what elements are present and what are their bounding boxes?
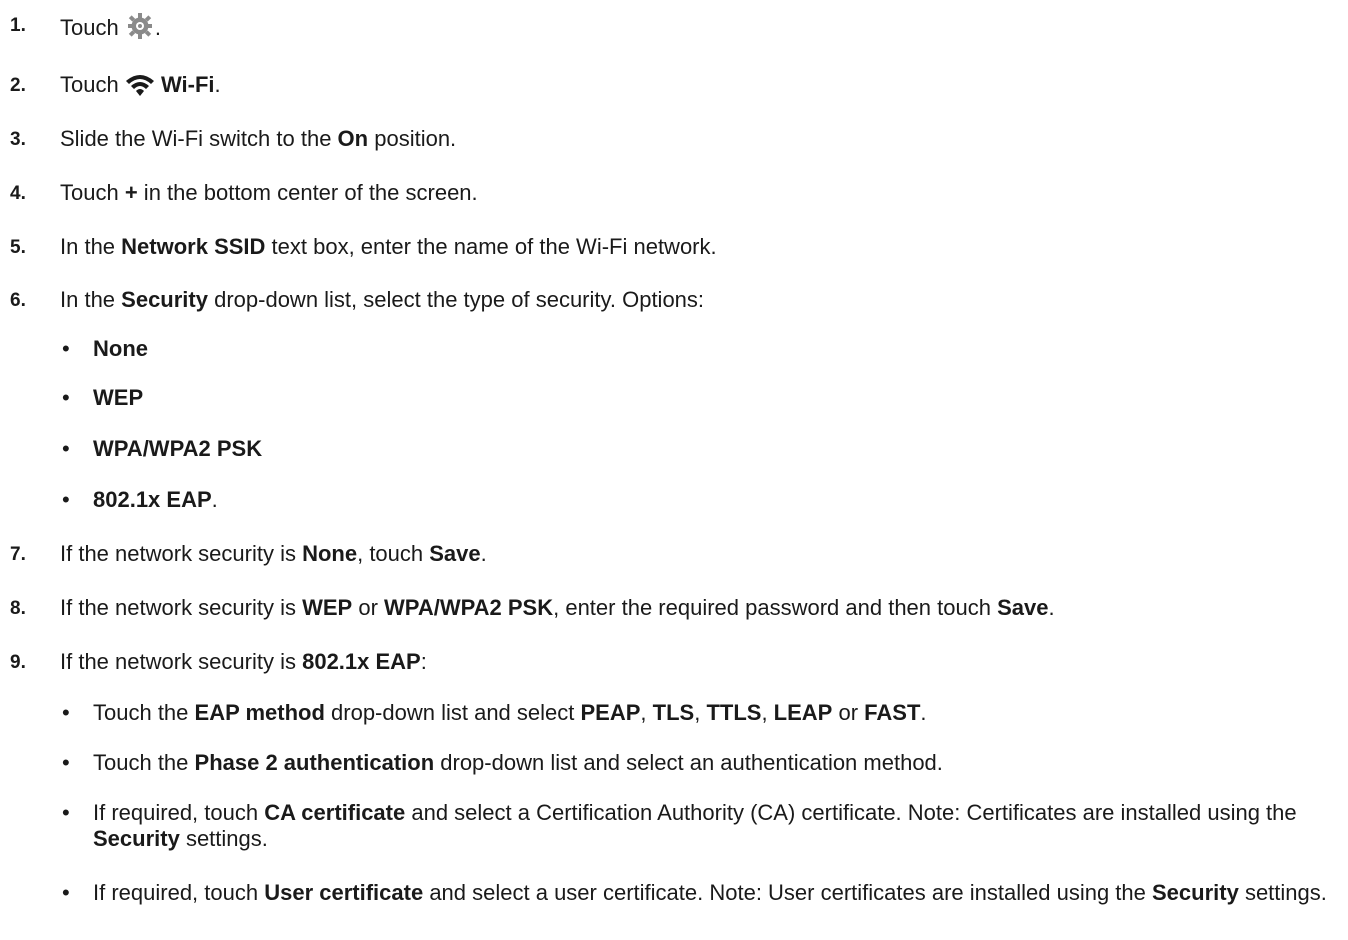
wifi-icon bbox=[125, 73, 155, 103]
step-number: 6. bbox=[10, 290, 26, 311]
bold-term: EAP method bbox=[194, 700, 325, 725]
option-text: WEP bbox=[93, 385, 1338, 411]
bold-term: 802.1x EAP bbox=[93, 487, 212, 512]
step-text: If the network security is WEP or WPA/WP… bbox=[60, 595, 1055, 621]
plus-term: + bbox=[124, 180, 138, 205]
bullet: • bbox=[62, 800, 70, 825]
text-run: . bbox=[214, 72, 221, 97]
bold-term: CA certificate bbox=[264, 800, 406, 825]
text-run: If required, touch bbox=[93, 880, 265, 905]
bold-term: TTLS bbox=[706, 700, 762, 725]
text-run: , bbox=[640, 700, 653, 725]
bold-term: FAST bbox=[864, 700, 921, 725]
bold-term: On bbox=[337, 126, 369, 151]
bullet: • bbox=[62, 487, 70, 512]
text-run: . bbox=[1048, 595, 1055, 620]
text-run: If the network security is bbox=[60, 541, 303, 566]
settings-gear-icon bbox=[125, 12, 155, 46]
text-run: Touch the bbox=[93, 750, 195, 775]
bullet-text: Touch the Phase 2 authentication drop-do… bbox=[93, 750, 1338, 776]
bold-term: WPA/WPA2 PSK bbox=[384, 595, 554, 620]
step-text: If the network security is None, touch S… bbox=[60, 541, 487, 567]
text-run: Touch the bbox=[93, 700, 195, 725]
bullet: • bbox=[62, 436, 70, 461]
step-number: 5. bbox=[10, 237, 26, 258]
bold-term: LEAP bbox=[773, 700, 833, 725]
text-run: In the bbox=[60, 287, 122, 312]
text-run: and select a user certificate. Note: Use… bbox=[423, 880, 1152, 905]
bold-term: Security bbox=[93, 826, 180, 851]
text-run: , enter the required password and then t… bbox=[553, 595, 998, 620]
bold-term: Phase 2 authentication bbox=[194, 750, 435, 775]
text-run: . bbox=[211, 487, 218, 512]
bold-term: None bbox=[93, 336, 148, 361]
text-run: Touch bbox=[60, 180, 125, 205]
text-run: or bbox=[832, 700, 865, 725]
text-run: drop-down list and select bbox=[324, 700, 581, 725]
step-text: In the Security drop-down list, select t… bbox=[60, 287, 704, 313]
text-run: . bbox=[920, 700, 927, 725]
option-text: WPA/WPA2 PSK bbox=[93, 436, 1338, 462]
bold-term: 802.1x EAP bbox=[302, 649, 421, 674]
step-number: 2. bbox=[10, 75, 26, 96]
bullet: • bbox=[62, 750, 70, 775]
text-run: , bbox=[694, 700, 707, 725]
text-run: Touch bbox=[60, 72, 125, 97]
step-text: Slide the Wi-Fi switch to the On positio… bbox=[60, 126, 456, 152]
bold-term: None bbox=[302, 541, 358, 566]
step-number: 3. bbox=[10, 129, 26, 150]
text-run: Touch bbox=[60, 15, 125, 40]
bold-term: User certificate bbox=[264, 880, 424, 905]
bold-term: Save bbox=[997, 595, 1049, 620]
bullet-text: If required, touch CA certificate and se… bbox=[93, 800, 1338, 852]
bold-term: Network SSID bbox=[121, 234, 266, 259]
bullet: • bbox=[62, 385, 70, 410]
text-run: settings. bbox=[1238, 880, 1327, 905]
text-run: If the network security is bbox=[60, 649, 303, 674]
bullet: • bbox=[62, 336, 70, 361]
bold-term: Security bbox=[121, 287, 208, 312]
text-run: . bbox=[154, 15, 161, 40]
wifi-label: Wi-Fi bbox=[160, 72, 215, 97]
bullet: • bbox=[62, 700, 70, 725]
bullet-text: If required, touch User certificate and … bbox=[93, 880, 1338, 906]
text-run: If the network security is bbox=[60, 595, 303, 620]
text-run: In the bbox=[60, 234, 122, 259]
step-text: Touch + in the bottom center of the scre… bbox=[60, 180, 478, 206]
step-number: 7. bbox=[10, 544, 26, 565]
option-text: None bbox=[93, 336, 1338, 362]
bullet: • bbox=[62, 880, 70, 905]
text-run: drop-down list and select an authenticat… bbox=[434, 750, 943, 775]
text-run: Slide the Wi-Fi switch to the bbox=[60, 126, 338, 151]
step-number: 9. bbox=[10, 652, 26, 673]
step-text: Touch . bbox=[60, 12, 161, 46]
text-run: in the bottom center of the screen. bbox=[137, 180, 478, 205]
step-text: If the network security is 802.1x EAP: bbox=[60, 649, 427, 675]
option-text: 802.1x EAP. bbox=[93, 487, 1338, 513]
bold-term: TLS bbox=[652, 700, 695, 725]
step-number: 4. bbox=[10, 183, 26, 204]
step-number: 1. bbox=[10, 15, 26, 36]
bold-term: WEP bbox=[302, 595, 353, 620]
text-run: , bbox=[761, 700, 774, 725]
text-run: or bbox=[352, 595, 385, 620]
text-run: . bbox=[480, 541, 487, 566]
bold-term: Save bbox=[429, 541, 481, 566]
bold-term: PEAP bbox=[580, 700, 641, 725]
text-run: settings. bbox=[179, 826, 268, 851]
text-run: : bbox=[420, 649, 427, 674]
bullet-text: Touch the EAP method drop-down list and … bbox=[93, 700, 1338, 726]
text-run: drop-down list, select the type of secur… bbox=[207, 287, 705, 312]
text-run: , touch bbox=[357, 541, 430, 566]
text-run: position. bbox=[368, 126, 457, 151]
text-run: text box, enter the name of the Wi-Fi ne… bbox=[265, 234, 717, 259]
bold-term: WEP bbox=[93, 385, 144, 410]
text-run: and select a Certification Authority (CA… bbox=[405, 800, 1297, 825]
bold-term: WPA/WPA2 PSK bbox=[93, 436, 263, 461]
step-number: 8. bbox=[10, 598, 26, 619]
step-text: In the Network SSID text box, enter the … bbox=[60, 234, 717, 260]
step-text: Touch Wi-Fi. bbox=[60, 72, 221, 103]
text-run: If required, touch bbox=[93, 800, 265, 825]
bold-term: Security bbox=[1152, 880, 1239, 905]
